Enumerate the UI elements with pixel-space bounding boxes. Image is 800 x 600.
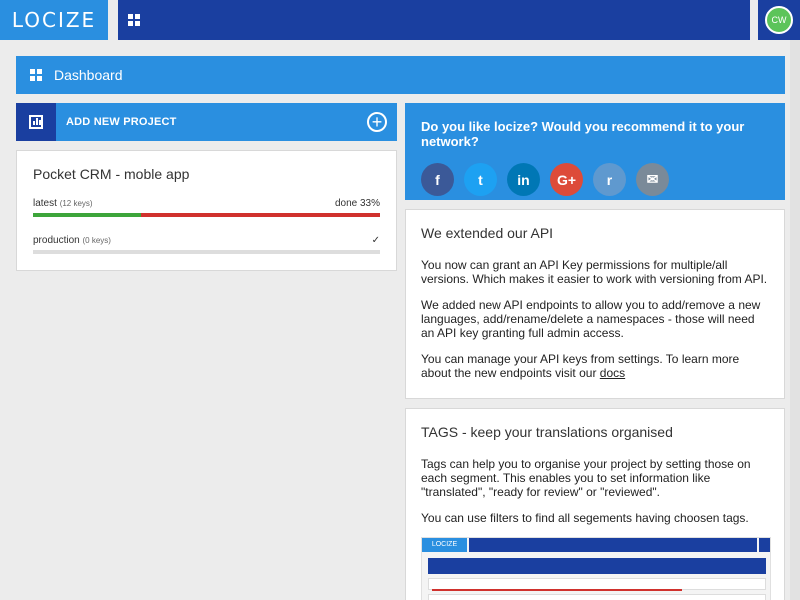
googleplus-icon[interactable]: G+ xyxy=(550,163,583,196)
logo-text: LOCIZE xyxy=(11,8,97,32)
add-project-button[interactable]: ADD NEW PROJECT + xyxy=(16,103,397,141)
card-paragraph: Tags can help you to organise your proje… xyxy=(421,457,751,499)
version-name: latest xyxy=(33,198,57,209)
bar-chart-icon xyxy=(29,115,43,129)
card-title: We extended our API xyxy=(421,225,554,241)
progress-bar-latest xyxy=(33,213,380,217)
card-paragraph: You can manage your API keys from settin… xyxy=(421,352,740,380)
version-keys: (12 keys) xyxy=(59,199,93,208)
logo[interactable]: LOCIZE xyxy=(0,0,108,40)
avatar[interactable]: CW xyxy=(765,6,793,34)
email-icon[interactable]: ✉ xyxy=(636,163,669,196)
progress-done xyxy=(33,213,141,217)
version-name: production xyxy=(33,235,80,246)
progress-todo xyxy=(140,213,380,217)
screenshot-image: LOCIZE xyxy=(421,537,771,600)
card-paragraph: You now can grant an API Key permissions… xyxy=(421,258,768,286)
check-icon: ✓ xyxy=(371,235,380,246)
recommend-question: Do you like locize? Would you recommend … xyxy=(421,119,745,149)
progress-bar-production xyxy=(33,250,380,254)
dashboard-grid-icon[interactable] xyxy=(128,14,140,26)
page-title: Dashboard xyxy=(54,67,123,83)
add-project-label: ADD NEW PROJECT xyxy=(66,116,177,128)
project-title[interactable]: Pocket CRM - moble app xyxy=(33,166,380,182)
version-row-latest[interactable]: latest (12 keys) done 33% xyxy=(33,198,380,209)
facebook-icon[interactable]: f xyxy=(421,163,454,196)
version-row-production[interactable]: production (0 keys) ✓ xyxy=(33,235,380,246)
api-news-card: We extended our API You now can grant an… xyxy=(405,209,785,399)
chart-icon-box xyxy=(16,103,56,141)
user-menu[interactable]: CW xyxy=(758,0,800,40)
top-navbar xyxy=(118,0,750,40)
docs-link[interactable]: docs xyxy=(600,366,625,380)
card-title: TAGS - keep your translations organised xyxy=(421,424,673,440)
social-buttons: f t in G+ r ✉ xyxy=(421,163,769,196)
recommend-panel: Do you like locize? Would you recommend … xyxy=(405,103,785,200)
card-paragraph: You can use filters to find all segement… xyxy=(421,511,749,525)
project-card[interactable]: Pocket CRM - moble app latest (12 keys) … xyxy=(16,150,397,271)
dashboard-icon xyxy=(30,69,42,81)
version-keys: (0 keys) xyxy=(82,236,111,245)
reddit-icon[interactable]: r xyxy=(593,163,626,196)
twitter-icon[interactable]: t xyxy=(464,163,497,196)
tags-news-card: TAGS - keep your translations organised … xyxy=(405,408,785,600)
dashboard-header: Dashboard xyxy=(16,56,785,94)
linkedin-icon[interactable]: in xyxy=(507,163,540,196)
card-paragraph: We added new API endpoints to allow you … xyxy=(421,298,761,340)
version-status: done 33% xyxy=(334,198,380,209)
scrollbar[interactable] xyxy=(790,40,800,600)
plus-circle-icon[interactable]: + xyxy=(367,112,387,132)
